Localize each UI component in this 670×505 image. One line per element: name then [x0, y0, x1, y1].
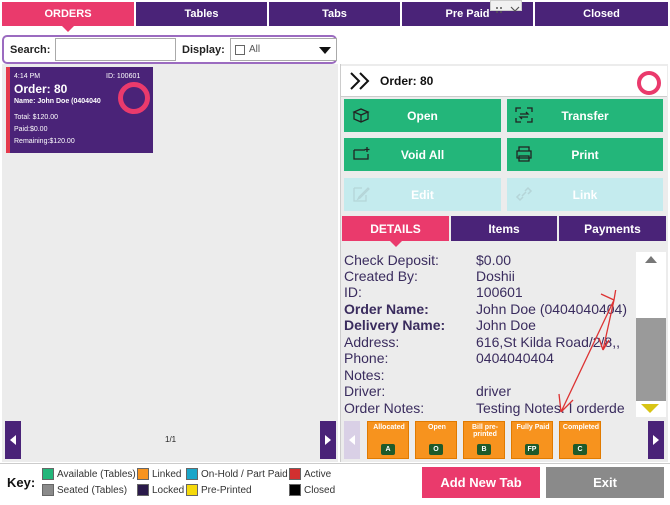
prev-page-button[interactable] [5, 421, 21, 459]
order-header: Order: 80 [341, 66, 667, 97]
details-list: Check Deposit: $0.00 Created By: Doshii ID… [341, 250, 635, 416]
status-open-button[interactable]: Open O [415, 421, 457, 459]
status-completed-button[interactable]: Completed C [559, 421, 601, 459]
add-new-tab-button[interactable]: Add New Tab [422, 467, 540, 498]
legend-label: Closed [304, 485, 336, 496]
void-all-button-label: Void All [400, 147, 445, 162]
open-button[interactable]: Open [344, 99, 501, 132]
tab-payments[interactable]: Payments [559, 216, 666, 241]
window-control[interactable] [490, 0, 522, 13]
chevron-right-icon [653, 435, 659, 445]
chevron-right-icon [325, 435, 331, 445]
order-card-total: Total: $120.00 [14, 114, 58, 121]
open-button-label: Open [407, 108, 438, 123]
link-button[interactable]: Link [507, 178, 663, 211]
exit-button[interactable]: Exit [546, 467, 664, 498]
order-header-title: Order: 80 [380, 74, 434, 88]
legend-label: Active [304, 469, 332, 480]
legend-swatch-active [289, 468, 301, 480]
transfer-icon [515, 107, 533, 123]
status-fully-paid-button[interactable]: Fully Paid FP [511, 421, 553, 459]
next-page-button[interactable] [320, 421, 336, 459]
status-prev-button[interactable] [344, 421, 360, 459]
edit-button[interactable]: Edit [344, 178, 501, 211]
status-allocated-button[interactable]: Allocated A [367, 421, 409, 459]
chevron-down-icon [319, 47, 331, 54]
details-scrollbar[interactable] [636, 252, 666, 417]
tab-orders[interactable]: ORDERS [2, 2, 134, 32]
print-button-label: Print [571, 147, 599, 162]
legend-label: Seated (Tables) [57, 485, 128, 496]
display-checkbox[interactable] [235, 45, 245, 55]
legend-label: On-Hold / Part Paid [201, 469, 288, 480]
box-icon [352, 108, 370, 123]
scrollbar-thumb[interactable] [636, 318, 666, 401]
display-select[interactable]: All [230, 38, 337, 61]
void-icon [353, 147, 370, 160]
order-card-title: Order: 80 [14, 82, 68, 96]
search-bar: Search: Display: All [2, 35, 337, 64]
search-input[interactable] [55, 38, 176, 61]
legend-label: Pre-Printed [201, 485, 252, 496]
transfer-button-label: Transfer [561, 108, 609, 123]
legend-label: Locked [152, 485, 185, 496]
scroll-down-icon[interactable] [641, 404, 659, 413]
chevron-left-icon [349, 435, 355, 445]
link-icon [515, 186, 533, 202]
tab-tabs[interactable]: Tabs [269, 2, 400, 26]
legend-swatch-available [42, 468, 54, 480]
legend-swatch-closed [289, 484, 301, 496]
legend-swatch-locked [137, 484, 149, 496]
legend-swatch-on-hold [186, 468, 198, 480]
tab-details[interactable]: DETAILS [342, 216, 449, 247]
tab-closed[interactable]: Closed [535, 2, 668, 26]
display-selected-value: All [249, 44, 261, 55]
order-card-remaining: Remaining:$120.00 [14, 138, 75, 145]
scroll-up-icon[interactable] [645, 256, 657, 263]
chevron-left-icon [10, 435, 16, 445]
search-label: Search: [10, 44, 51, 56]
edit-icon [353, 187, 370, 202]
order-time: 4:14 PM [14, 73, 41, 80]
status-ring-icon [637, 71, 661, 95]
tab-tables[interactable]: Tables [136, 2, 267, 26]
link-button-label: Link [572, 187, 598, 202]
legend-label: Available (Tables) [57, 469, 136, 480]
status-next-button[interactable] [648, 421, 664, 459]
order-card[interactable]: 4:14 PM ID: 100601 Order: 80 Name: John … [6, 67, 153, 153]
chevron-down-icon [496, 6, 520, 13]
legend-swatch-linked [137, 468, 149, 480]
edit-button-label: Edit [411, 187, 434, 202]
legend-swatch-pre-printed [186, 484, 198, 496]
print-button[interactable]: Print [507, 138, 663, 171]
legend-swatch-seated [42, 484, 54, 496]
printer-icon [516, 146, 532, 162]
tab-items[interactable]: Items [451, 216, 557, 241]
order-id: ID: 100601 [106, 73, 141, 80]
display-label: Display: [182, 44, 225, 56]
order-card-paid: Paid:$0.00 [14, 126, 48, 133]
order-card-name: Name: John Doe (0404040 [14, 98, 101, 105]
annotation-arrow [558, 290, 617, 413]
void-all-button[interactable]: Void All [344, 138, 501, 171]
status-bill-preprinted-button[interactable]: Bill pre-printed B [463, 421, 505, 459]
double-chevron-right-icon[interactable] [349, 72, 371, 90]
legend-title: Key: [7, 475, 36, 490]
status-ring-icon [118, 82, 150, 114]
pagination-text: 1/1 [165, 435, 177, 444]
transfer-button[interactable]: Transfer [507, 99, 663, 132]
legend-label: Linked [152, 469, 182, 480]
